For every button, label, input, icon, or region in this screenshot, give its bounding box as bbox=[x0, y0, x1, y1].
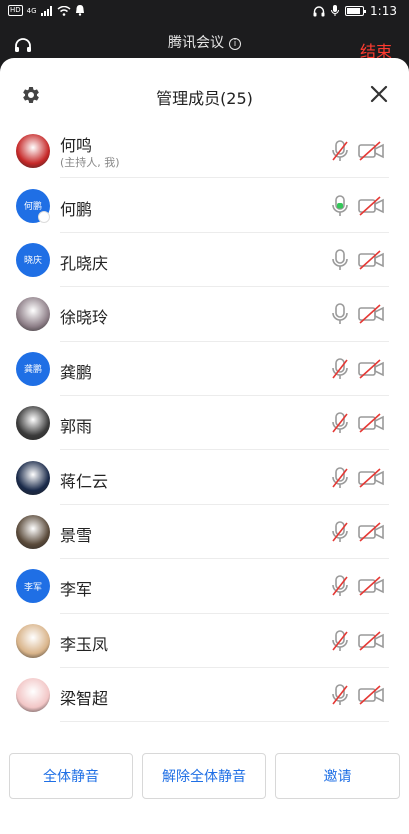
status-bar: HD 4G 1:13 bbox=[0, 0, 409, 26]
camera-off-icon[interactable] bbox=[357, 140, 385, 162]
status-time: 1:13 bbox=[370, 4, 397, 18]
member-row[interactable]: 晓庆 孔晓庆 bbox=[0, 233, 409, 288]
info-icon[interactable]: i bbox=[229, 38, 241, 50]
camera-off-icon[interactable] bbox=[357, 575, 385, 597]
camera-off-icon[interactable] bbox=[357, 195, 385, 217]
member-row[interactable]: 郭雨 bbox=[0, 396, 409, 451]
avatar bbox=[16, 514, 50, 549]
battery-icon bbox=[345, 6, 367, 16]
mic-icon[interactable] bbox=[330, 303, 350, 325]
avatar bbox=[16, 134, 50, 169]
mic-muted-icon[interactable] bbox=[330, 466, 350, 489]
headphones-icon bbox=[313, 5, 325, 16]
unmute-all-button[interactable]: 解除全体静音 bbox=[142, 753, 266, 799]
page-title: 管理成员(25) bbox=[156, 89, 253, 108]
member-row[interactable]: 何鹏 何鹏 bbox=[0, 178, 409, 233]
row-divider bbox=[60, 721, 389, 723]
avatar: 李军 bbox=[16, 569, 50, 604]
footer-actions: 全体静音 解除全体静音 邀请 bbox=[0, 744, 409, 834]
sheet-header: 管理成员(25) bbox=[0, 58, 409, 132]
camera-off-icon[interactable] bbox=[357, 412, 385, 434]
camera-off-icon[interactable] bbox=[357, 303, 385, 325]
network-type: 4G bbox=[26, 6, 37, 15]
member-name: 郭雨 bbox=[60, 417, 93, 437]
avatar bbox=[16, 297, 50, 332]
camera-off-icon[interactable] bbox=[357, 684, 385, 706]
member-row[interactable]: 李玉凤 bbox=[0, 614, 409, 668]
camera-off-icon[interactable] bbox=[357, 467, 385, 489]
close-icon[interactable] bbox=[370, 85, 388, 103]
invite-button[interactable]: 邀请 bbox=[275, 753, 400, 799]
status-right: 1:13 bbox=[313, 4, 397, 18]
avatar: 龚鹏 bbox=[16, 351, 50, 386]
member-row[interactable]: 徐晓玲 bbox=[0, 287, 409, 342]
member-row[interactable]: 李军 李军 bbox=[0, 559, 409, 614]
mic-muted-icon[interactable] bbox=[330, 140, 350, 162]
camera-off-icon[interactable] bbox=[357, 358, 385, 380]
mic-icon[interactable] bbox=[330, 194, 350, 217]
mic-muted-icon[interactable] bbox=[330, 575, 350, 597]
mic-icon bbox=[331, 5, 340, 16]
member-name: 何鸣 bbox=[60, 136, 93, 156]
member-row[interactable]: (主持人, 我) 何鸣 bbox=[0, 124, 409, 179]
mic-muted-icon[interactable] bbox=[330, 357, 350, 380]
mic-muted-icon[interactable] bbox=[330, 684, 350, 706]
member-name: 何鹏 bbox=[60, 199, 93, 219]
member-list[interactable]: (主持人, 我) 何鸣 何鹏 何鹏 晓庆 孔晓庆 徐晓玲 龚鹏 龚鹏 郭雨 蒋仁云 景雪 李军 李军 李玉凤… bbox=[0, 124, 409, 744]
mic-icon[interactable] bbox=[330, 249, 350, 271]
avatar: 晓庆 bbox=[16, 242, 50, 277]
member-row[interactable]: 龚鹏 龚鹏 bbox=[0, 342, 409, 396]
wifi-icon bbox=[57, 5, 71, 16]
member-name: 孔晓庆 bbox=[60, 253, 109, 273]
member-name: 龚鹏 bbox=[60, 362, 93, 382]
member-name: 徐晓玲 bbox=[60, 308, 109, 328]
member-name: 李玉凤 bbox=[60, 634, 109, 654]
member-row[interactable]: 蒋仁云 bbox=[0, 450, 409, 505]
mic-muted-icon[interactable] bbox=[330, 521, 350, 543]
member-role: (主持人, 我) bbox=[60, 156, 120, 170]
meeting-title-area[interactable]: 腾讯会议 i bbox=[0, 32, 409, 52]
mute-all-button[interactable]: 全体静音 bbox=[9, 753, 133, 799]
avatar bbox=[16, 406, 50, 441]
member-name: 李军 bbox=[60, 580, 93, 600]
member-name: 景雪 bbox=[60, 525, 93, 545]
status-left: HD 4G bbox=[8, 5, 85, 16]
camera-off-icon[interactable] bbox=[357, 249, 385, 271]
avatar bbox=[16, 678, 50, 713]
member-row[interactable]: 梁智超 bbox=[0, 668, 409, 723]
meeting-title: 腾讯会议 bbox=[168, 35, 224, 51]
hd-badge: HD bbox=[8, 5, 23, 16]
mic-muted-icon[interactable] bbox=[330, 412, 350, 434]
signal-icon bbox=[40, 5, 52, 16]
member-row[interactable]: 景雪 bbox=[0, 505, 409, 560]
mic-muted-icon[interactable] bbox=[330, 629, 350, 652]
avatar bbox=[16, 623, 50, 658]
camera-off-icon[interactable] bbox=[357, 630, 385, 652]
notification-icon bbox=[75, 5, 84, 16]
member-name: 蒋仁云 bbox=[60, 471, 109, 491]
device-badge-icon bbox=[38, 210, 50, 223]
member-management-sheet: 管理成员(25) (主持人, 我) 何鸣 何鹏 何鹏 晓庆 孔晓庆 徐晓玲 龚鹏 龚鹏 郭雨 蒋仁云… bbox=[0, 58, 409, 834]
camera-off-icon[interactable] bbox=[357, 521, 385, 543]
member-name: 梁智超 bbox=[60, 689, 109, 709]
avatar bbox=[16, 460, 50, 495]
